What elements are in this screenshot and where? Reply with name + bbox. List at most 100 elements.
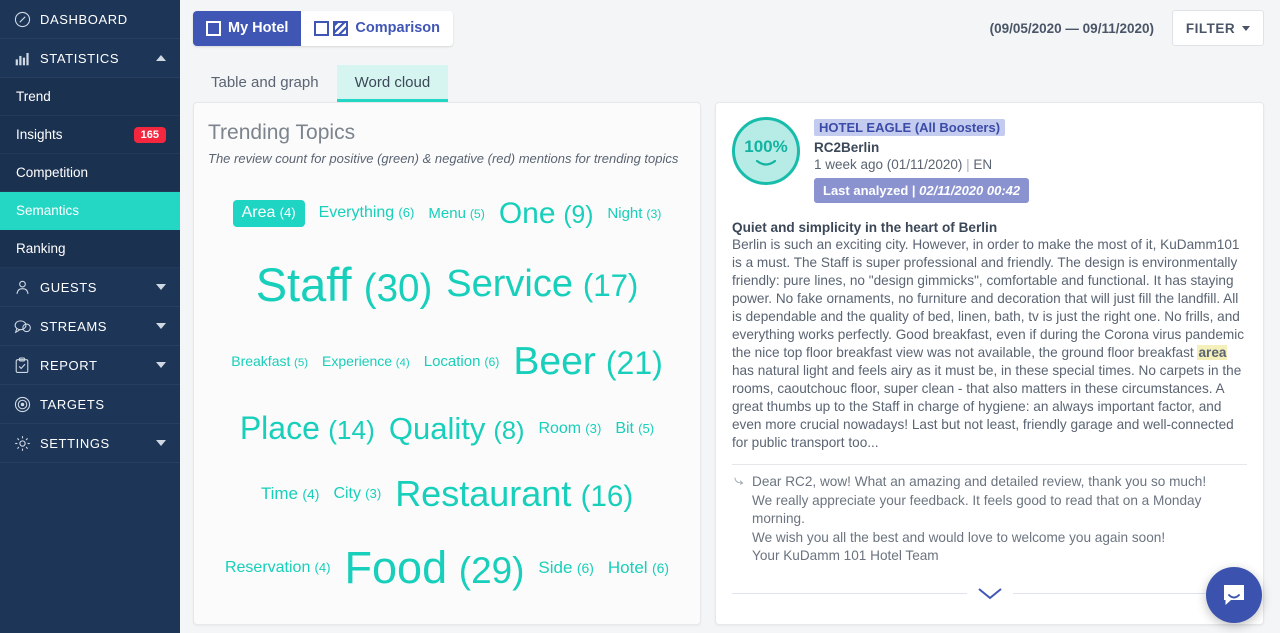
sidebar-item-label: GUESTS [40,279,98,295]
term-label: Staff [255,257,352,311]
word-cloud-term[interactable]: City (3) [333,485,381,503]
review-card: 100% HOTEL EAGLE (All Boosters) RC2Berli… [715,102,1264,625]
expand-review-row[interactable] [732,587,1247,600]
term-label: Everything [318,204,395,222]
sidebar-item-statistics[interactable]: STATISTICS [0,39,180,78]
sidebar-item-dashboard[interactable]: DASHBOARD [0,0,180,39]
sidebar-item-ranking[interactable]: Ranking [0,230,180,268]
word-cloud-term[interactable]: Experience (4) [322,354,410,369]
sentiment-score-badge: 100% [732,117,800,185]
sidebar-item-streams[interactable]: STREAMS [0,307,180,346]
filter-button[interactable]: FILTER [1172,10,1264,46]
tab-table-and-graph[interactable]: Table and graph [193,65,337,102]
term-count: (4) [395,357,410,370]
term-count: (8) [493,416,525,445]
word-cloud-term[interactable]: Food (29) [344,542,525,594]
term-label: Restaurant [395,473,572,515]
term-count: (6) [398,205,415,221]
term-count: (4) [314,559,331,575]
insights-count-badge: 165 [133,126,166,143]
word-cloud-term[interactable]: Breakfast (5) [231,354,308,369]
word-cloud-term[interactable]: One (9) [499,198,594,230]
term-count: (30) [363,266,433,310]
word-cloud-term[interactable]: Everything (6) [318,204,415,222]
word-cloud-term[interactable]: Area (4) [232,200,305,227]
word-cloud-term[interactable]: Beer (21) [513,341,662,383]
toolbar: My Hotel Comparison (09/05/2020 — 09/11/… [180,0,1280,56]
term-label: Location [423,353,481,371]
chevron-down-icon [156,362,166,368]
sidebar-item-report[interactable]: REPORT [0,346,180,385]
sidebar-item-label: Trend [16,89,51,104]
term-label: Side [538,558,573,578]
word-cloud-row: Atmosphere(9)Everyone(5)Right(5) [208,608,686,624]
word-cloud-row: Breakfast (5) Experience (4) Location (6) Beer… [208,326,686,398]
term-count: (3) [585,420,602,436]
trending-topics-card: Trending Topics The review count for pos… [193,102,701,625]
review-title: Quiet and simplicity in the heart of Ber… [732,220,998,235]
word-cloud-term[interactable]: Staff (30) [255,257,433,311]
sidebar-item-label: TARGETS [40,396,105,412]
chevron-down-icon[interactable] [977,587,1003,600]
sidebar-item-targets[interactable]: TARGETS [0,385,180,424]
sidebar-item-label: STREAMS [40,318,108,334]
reply-line: Your KuDamm 101 Hotel Team [752,548,939,563]
word-cloud-term[interactable]: Reservation (4) [224,558,331,577]
date-separator: | [966,157,970,172]
chat-bubbles-icon [14,318,40,335]
chevron-down-icon [156,323,166,329]
term-label: Breakfast [231,353,291,370]
word-cloud-term[interactable]: Time (4) [261,485,320,503]
term-label: Service [446,262,573,305]
term-count: (4) [302,486,320,503]
review-header: 100% HOTEL EAGLE (All Boosters) RC2Berli… [732,117,1247,203]
intercom-launcher-button[interactable] [1206,567,1262,623]
term-label: Place [239,410,320,447]
word-cloud-term[interactable]: Bit (5) [615,420,654,438]
word-cloud-term[interactable]: Atmosphere(9) [267,621,453,624]
sidebar-item-guests[interactable]: GUESTS [0,268,180,307]
sidebar-item-label: SETTINGS [40,435,110,451]
sidebar-item-semantics[interactable]: Semantics [0,192,180,230]
tab-word-cloud[interactable]: Word cloud [336,65,449,102]
divider-left [732,593,967,594]
smiley-face-icon [755,159,777,166]
review-language: EN [973,157,993,172]
term-label: Time [260,484,298,504]
word-cloud-term[interactable]: Place (14) [240,412,375,446]
word-cloud-term[interactable]: Night (3) [607,205,661,222]
sidebar-item-competition[interactable]: Competition [0,154,180,192]
sidebar-nav-list: DASHBOARD STATISTICS Trend Insights 165 Compe… [0,0,180,463]
word-cloud-term[interactable]: Side (6) [538,559,593,577]
review-date: 1 week ago (01/11/2020) | EN [814,157,1029,172]
word-cloud-term[interactable]: Hotel (6) [608,559,669,577]
word-cloud-row: Area (4) Everything (6) Menu (5) One (9) Night (3… [208,184,686,243]
sidebar-item-trend[interactable]: Trend [0,78,180,116]
word-cloud-term[interactable]: Room (3) [538,420,602,438]
review-body: Berlin is such an exciting city. However… [732,236,1247,452]
sidebar-item-label: DASHBOARD [40,11,128,27]
hotel-comparison-toggle: My Hotel Comparison [193,10,454,46]
hotel-tag: HOTEL EAGLE (All Boosters) [814,119,1006,136]
review-date-text: 1 week ago (01/11/2020) [814,157,963,172]
sidebar-item-label: Insights [16,127,63,142]
chevron-down-icon [1242,25,1251,31]
word-cloud-term[interactable]: Quality (8) [389,412,525,446]
sidebar-item-insights[interactable]: Insights 165 [0,116,180,154]
word-cloud-term[interactable]: Service (17) [446,262,638,305]
term-label: Food [344,542,448,594]
word-cloud-term[interactable]: Restaurant (16) [395,475,633,513]
term-count: (9) [563,201,594,229]
term-label: Reservation [224,558,311,576]
trending-topics-subtitle: The review count for positive (green) & … [208,151,679,166]
last-analyzed-value: 02/11/2020 00:42 [919,183,1021,198]
person-icon [14,279,40,296]
word-cloud-row: Staff (30) Service (17) [208,243,686,326]
sidebar-item-settings[interactable]: SETTINGS [0,424,180,463]
word-cloud-term[interactable]: Menu (5) [428,205,484,222]
comparison-button[interactable]: Comparison [301,10,454,46]
my-hotel-button[interactable]: My Hotel [193,10,302,46]
bar-chart-icon [14,50,40,67]
sidebar-item-label: Ranking [16,241,66,256]
word-cloud-term[interactable]: Location (6) [424,354,500,370]
